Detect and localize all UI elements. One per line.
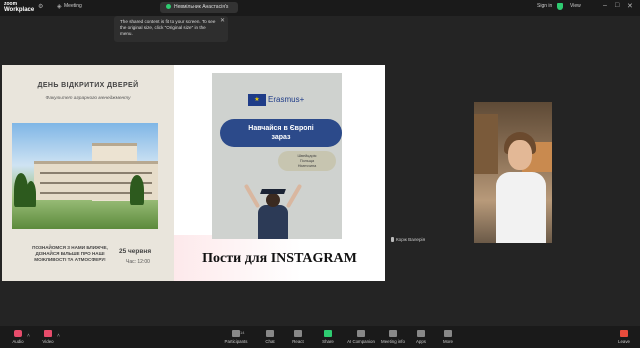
share-screen-icon [324,330,332,337]
headline-line2: зараз [271,134,291,141]
sign-in-link[interactable]: Sign in [537,3,552,9]
chevron-up-icon[interactable]: ˄ [57,333,60,339]
apps-grid-icon [417,330,425,337]
face [508,140,532,170]
settings-icon[interactable]: ⚙ [38,3,43,10]
tree [130,175,144,205]
info-icon [389,330,397,337]
instagram-caption: Пости для INSTAGRAM [202,251,357,266]
maximize-icon[interactable]: □ [615,2,619,9]
react-label: React [292,339,304,344]
eu-flag-icon: ★ [248,94,266,106]
fit-to-screen-tooltip: The shared content is fit to your screen… [114,16,228,42]
ai-companion-button[interactable]: AI Companion [344,330,378,344]
graduation-cap-icon [260,189,286,194]
country-3: Німеччина [297,164,317,168]
screen-share-indicator[interactable]: Невмільник Анастасія's scre [160,2,238,21]
emoji-icon [294,330,302,337]
logo-line2: Workplace [4,7,35,13]
apps-label: Apps [415,339,426,344]
chat-label: Chat [265,339,275,344]
countries-badge: Швейцарія Польща Німеччина [278,151,336,171]
mic-icon [391,237,394,243]
body [258,205,288,239]
head [266,193,280,207]
meeting-label[interactable]: Meeting [64,3,82,9]
shield-info-icon[interactable]: ◈ [57,3,62,10]
event-date: 25 червня [119,248,152,255]
leave-icon [620,330,628,337]
chat-icon [266,330,274,337]
erasmus-label: Erasmus+ [268,95,305,104]
shelf [474,114,498,174]
arm [285,183,303,209]
participants-icon [232,330,240,337]
view-button[interactable]: View [570,3,581,9]
window-row [40,172,152,174]
participant-name: Корж Валерія [396,237,426,242]
leave-button[interactable]: Leave [616,330,632,344]
shared-screen: ДЕНЬ ВІДКРИТИХ ДВЕРЕЙ Факультет аграрног… [2,65,385,281]
erasmus-poster: ★ Erasmus+ Навчайся в Європі зараз Швейц… [212,73,342,239]
audio-label: Audio [12,339,24,344]
mic-muted-icon [14,330,22,337]
event-time: Час: 12:00 [126,259,150,265]
participant-name-label: Корж Валерія [391,237,426,243]
share-button[interactable]: Share [320,330,336,344]
close-icon[interactable]: ✕ [220,18,225,24]
participants-count: 14 [240,330,245,335]
chat-button[interactable]: Chat [262,330,278,344]
minimize-icon[interactable]: – [603,2,607,9]
open-day-poster: ДЕНЬ ВІДКРИТИХ ДВЕРЕЙ Факультет аграрног… [2,65,174,281]
meeting-info-label: Meeting info [381,339,405,344]
zoom-logo: zoom Workplace [4,1,34,13]
participant-video[interactable] [474,102,552,243]
sparkle-icon [357,330,365,337]
participants-label: Participants [224,339,248,344]
shirt [496,172,546,243]
react-button[interactable]: React [290,330,306,344]
campus-photo [12,123,158,229]
leave-label: Leave [618,339,630,344]
video-label: Video [42,339,54,344]
audio-button[interactable]: Audio [10,330,26,344]
participants-button[interactable]: Participants [222,330,250,344]
tooltip-text: The shared content is fit to your screen… [120,19,216,36]
encryption-shield-icon[interactable] [557,3,563,10]
share-label: Share [322,339,334,344]
arm [243,183,261,209]
intro-text: ПОЗНАЙОМСЯ З НАМИ БЛИЖЧЕ, ДІЗНАЙСЯ БІЛЬШ… [22,245,118,263]
apps-button[interactable]: Apps [413,330,429,344]
headline-line1: Навчайся в Європі [248,125,314,132]
video-button[interactable]: Video [40,330,56,344]
more-button[interactable]: More [440,330,456,344]
intro-line3: МОЖЛИВОСТІ ТА АТМОСФЕРУ! [34,257,106,262]
open-day-title: ДЕНЬ ВІДКРИТИХ ДВЕРЕЙ [37,82,139,89]
instagram-post-panel: ★ Erasmus+ Навчайся в Європі зараз Швейц… [174,65,385,281]
more-label: More [442,339,453,344]
ai-companion-label: AI Companion [347,339,375,344]
faculty-subtitle: Факультет аграрного менеджменту [45,96,131,101]
chevron-up-icon[interactable]: ˄ [27,333,30,339]
more-dots-icon [444,330,452,337]
close-window-icon[interactable]: ✕ [627,2,633,10]
tree [26,181,36,207]
meeting-info-button[interactable]: Meeting info [380,330,406,344]
share-status-icon [166,4,171,10]
video-off-icon [44,330,52,337]
study-in-europe-badge: Навчайся в Європі зараз [220,119,342,147]
graduate-illustration [243,183,303,239]
